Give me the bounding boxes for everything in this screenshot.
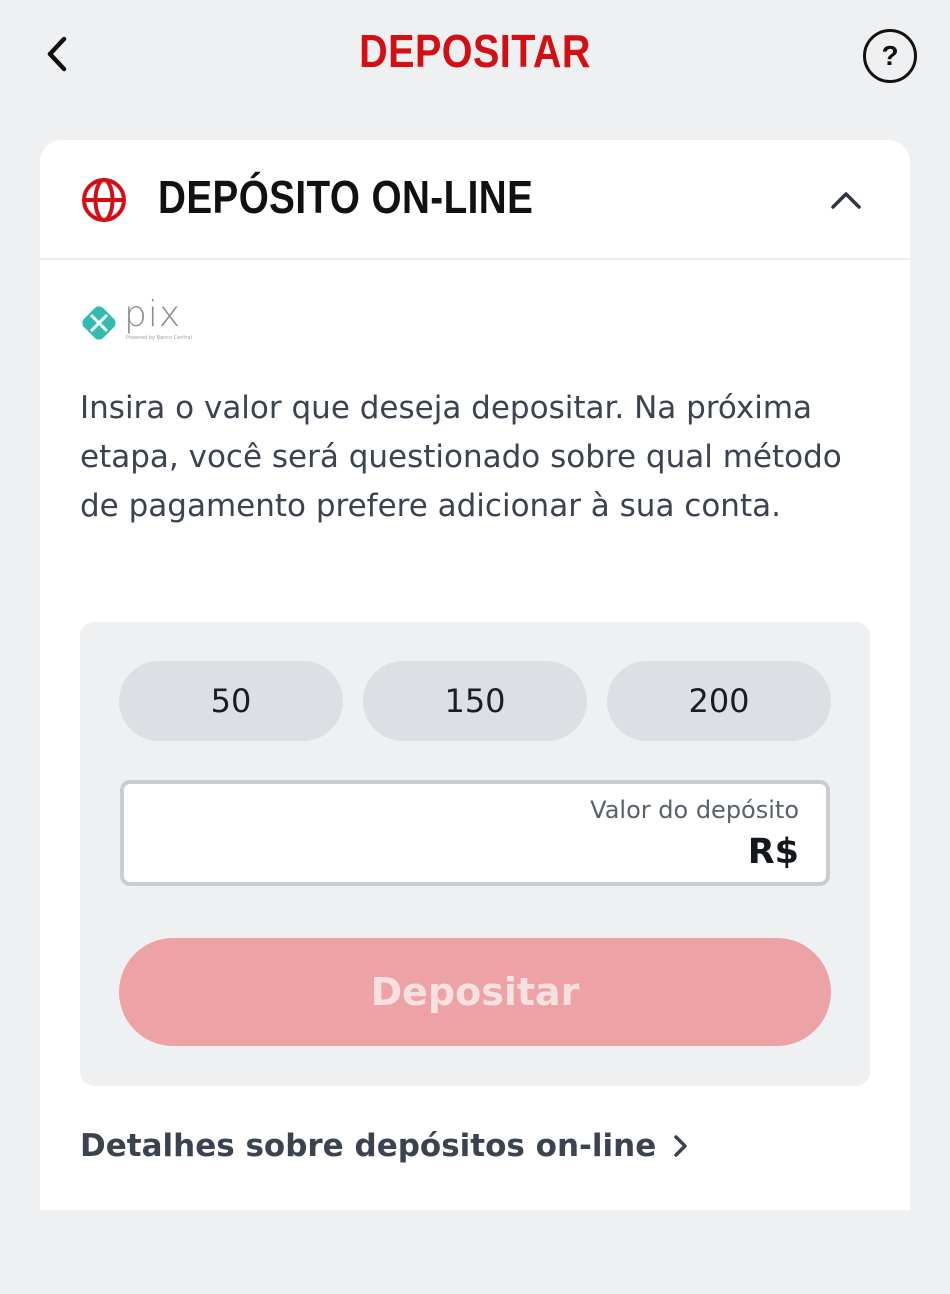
- page-title: DEPOSITAR: [359, 25, 591, 77]
- chevron-right-icon: [674, 1135, 687, 1157]
- pix-logo: pix Powered by Banco Central: [80, 294, 194, 344]
- currency-symbol: R$: [747, 832, 799, 872]
- deposit-button[interactable]: Depositar: [119, 938, 831, 1046]
- quick-amount-200-button[interactable]: 200: [607, 661, 831, 741]
- quick-amount-150-button[interactable]: 150: [363, 661, 587, 741]
- deposit-amount-label: Valor do depósito: [590, 796, 799, 824]
- help-button[interactable]: ?: [863, 29, 917, 83]
- deposit-card: DEPÓSITO ON-LINE pix Powered by Banco Ce…: [40, 140, 910, 1210]
- globe-icon: [82, 178, 126, 222]
- deposit-amount-input[interactable]: Valor do depósito R$: [120, 780, 830, 886]
- amount-panel: 50 150 200 Valor do depósito R$ Deposita…: [80, 622, 870, 1086]
- chevron-up-icon[interactable]: [828, 182, 864, 218]
- intro-text: Insira o valor que deseja depositar. Na …: [80, 390, 842, 524]
- deposit-details-link[interactable]: Detalhes sobre depósitos on-line: [80, 1124, 690, 1168]
- section-header[interactable]: DEPÓSITO ON-LINE: [40, 140, 910, 260]
- section-title: DEPÓSITO ON-LINE: [158, 171, 534, 223]
- quick-amount-50-button[interactable]: 50: [119, 661, 343, 741]
- pix-tagline: Powered by Banco Central: [126, 335, 192, 341]
- pix-wordmark: pix: [124, 294, 182, 335]
- top-bar: DEPOSITAR ?: [0, 0, 950, 110]
- deposit-details-label: Detalhes sobre depósitos on-line: [80, 1128, 657, 1164]
- pix-icon: [82, 306, 116, 340]
- help-circle-icon: ?: [881, 40, 899, 71]
